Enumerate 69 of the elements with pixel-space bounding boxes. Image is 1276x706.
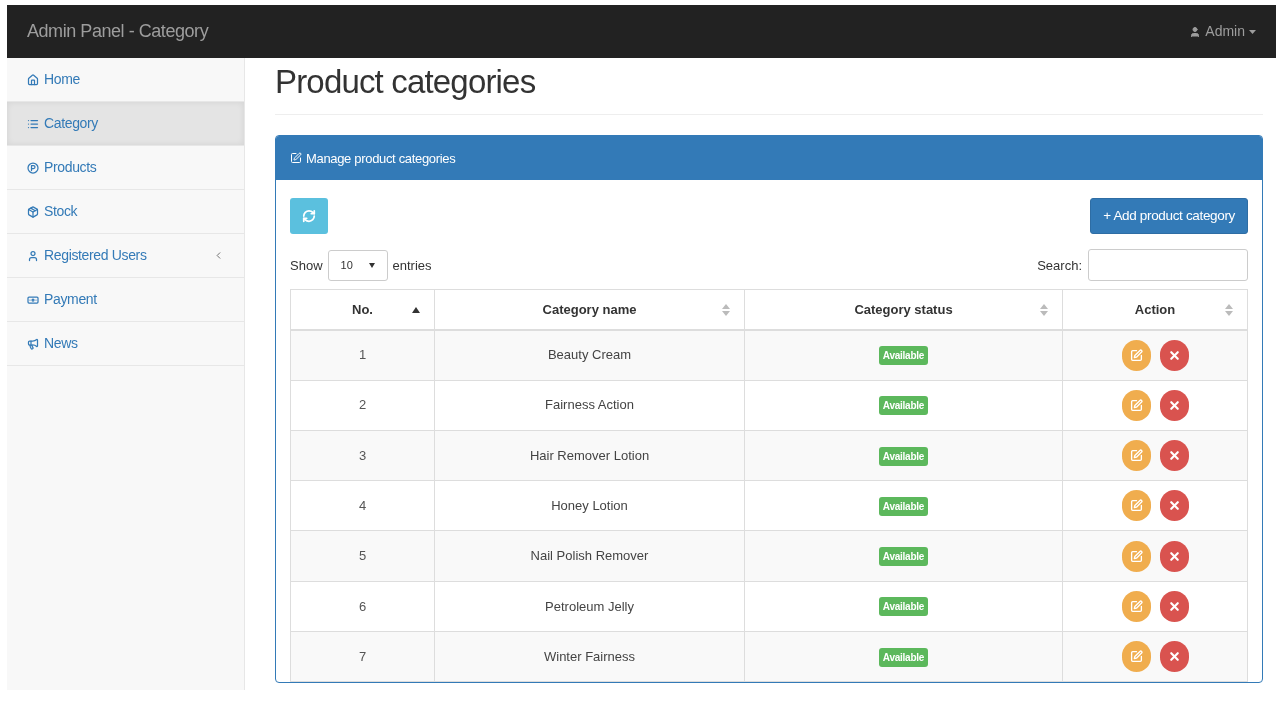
edit-icon [1129, 549, 1143, 563]
status-label: Available [878, 446, 929, 466]
close-icon [1167, 599, 1181, 613]
search-field[interactable] [1088, 249, 1248, 282]
delete-button[interactable] [1159, 440, 1189, 472]
status-label: Available [878, 647, 929, 667]
list-icon [27, 117, 39, 130]
close-icon [1167, 348, 1181, 362]
page-title: Product categories [275, 58, 1263, 116]
close-icon [1167, 499, 1181, 513]
column-header[interactable]: No. [290, 289, 435, 330]
user-icon [1189, 25, 1202, 38]
refresh-button[interactable] [290, 198, 328, 235]
refresh-icon [302, 209, 316, 224]
edit-button[interactable] [1121, 440, 1151, 472]
close-icon [1167, 650, 1181, 664]
column-header[interactable]: Category name [434, 289, 745, 330]
edit-button[interactable] [1121, 590, 1151, 622]
table-cell: 7 [290, 631, 435, 682]
edit-button[interactable] [1121, 540, 1151, 572]
sidebar-item[interactable]: Category [7, 102, 244, 146]
home-icon [27, 73, 39, 86]
delete-button[interactable] [1159, 540, 1189, 572]
user-icon [27, 249, 39, 262]
delete-button[interactable] [1159, 339, 1189, 371]
brand-title[interactable]: Admin Panel - Category [27, 18, 209, 45]
edit-button[interactable] [1121, 490, 1151, 522]
dropdown-arrow-icon [368, 262, 375, 268]
delete-button[interactable] [1159, 590, 1189, 622]
edit-button[interactable] [1121, 339, 1151, 371]
delete-button[interactable] [1159, 490, 1189, 522]
search-label: Search: [1037, 256, 1082, 275]
edit-icon [290, 152, 302, 165]
status-label: Available [878, 597, 929, 617]
edit-icon [1129, 499, 1143, 513]
edit-button[interactable] [1121, 641, 1151, 673]
status-label: Available [878, 496, 929, 516]
edit-button[interactable] [1121, 389, 1151, 421]
edit-icon [1129, 650, 1143, 664]
box-icon [27, 205, 39, 218]
close-icon [1167, 549, 1181, 563]
add-category-button[interactable]: + Add product category [1090, 198, 1248, 235]
status-label: Available [878, 547, 929, 567]
table-cell: Winter Fairness [434, 631, 745, 682]
panel-title: Manage product categories [306, 149, 456, 168]
show-label: Show [290, 256, 323, 275]
user-menu[interactable]: Admin [1189, 21, 1256, 42]
status-label: Available [878, 396, 929, 416]
edit-icon [1129, 449, 1143, 463]
edit-icon [1129, 398, 1143, 412]
megaphone-icon [27, 337, 39, 350]
sort-icon [1225, 303, 1233, 316]
close-icon [1167, 449, 1181, 463]
edit-icon [1129, 348, 1143, 362]
entries-select[interactable]: 10 [327, 249, 388, 281]
entries-label: entries [392, 256, 432, 275]
sort-ascending-icon [412, 306, 420, 313]
delete-button[interactable] [1159, 641, 1189, 673]
caret-icon [1249, 29, 1256, 34]
column-header[interactable]: Category status [744, 289, 1063, 330]
column-header[interactable]: Action [1062, 289, 1248, 330]
delete-button[interactable] [1159, 389, 1189, 421]
sort-icon [722, 303, 730, 316]
edit-icon [1129, 599, 1143, 613]
banknote-icon [27, 293, 39, 306]
parking-circle-icon [27, 161, 39, 174]
sort-icon [1040, 303, 1048, 316]
close-icon [1167, 398, 1181, 412]
status-label: Available [878, 346, 929, 366]
